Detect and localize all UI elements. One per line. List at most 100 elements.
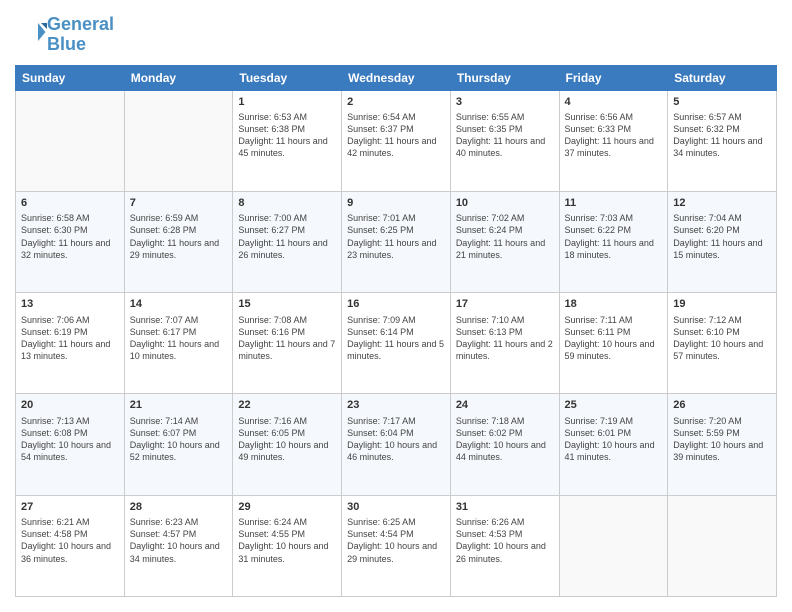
- day-number: 5: [673, 95, 771, 110]
- day-number: 8: [238, 196, 336, 211]
- calendar-day-cell: 5Sunrise: 6:57 AM Sunset: 6:32 PM Daylig…: [668, 90, 777, 191]
- calendar-day-cell: 10Sunrise: 7:02 AM Sunset: 6:24 PM Dayli…: [450, 191, 559, 292]
- day-info: Sunrise: 6:56 AM Sunset: 6:33 PM Dayligh…: [565, 111, 663, 160]
- day-info: Sunrise: 7:17 AM Sunset: 6:04 PM Dayligh…: [347, 415, 445, 464]
- day-info: Sunrise: 6:26 AM Sunset: 4:53 PM Dayligh…: [456, 516, 554, 565]
- day-number: 24: [456, 398, 554, 413]
- day-of-week-header: Friday: [559, 65, 668, 90]
- calendar-day-cell: [16, 90, 125, 191]
- calendar-day-cell: 22Sunrise: 7:16 AM Sunset: 6:05 PM Dayli…: [233, 394, 342, 495]
- calendar-week-row: 1Sunrise: 6:53 AM Sunset: 6:38 PM Daylig…: [16, 90, 777, 191]
- calendar-week-row: 27Sunrise: 6:21 AM Sunset: 4:58 PM Dayli…: [16, 495, 777, 596]
- day-number: 31: [456, 500, 554, 515]
- calendar-day-cell: 31Sunrise: 6:26 AM Sunset: 4:53 PM Dayli…: [450, 495, 559, 596]
- calendar-day-cell: 20 Sunrise: 7:13 AM Sunset: 6:08 PM Dayli…: [16, 394, 125, 495]
- day-info: Sunrise: 7:12 AM Sunset: 6:10 PM Dayligh…: [673, 314, 771, 363]
- day-info: Sunrise: 7:20 AM Sunset: 5:59 PM Dayligh…: [673, 415, 771, 464]
- day-number: 7: [130, 196, 228, 211]
- day-number: 18: [565, 297, 663, 312]
- calendar-day-cell: 30Sunrise: 6:25 AM Sunset: 4:54 PM Dayli…: [342, 495, 451, 596]
- day-info: Sunrise: 7:03 AM Sunset: 6:22 PM Dayligh…: [565, 212, 663, 261]
- calendar-day-cell: 1Sunrise: 6:53 AM Sunset: 6:38 PM Daylig…: [233, 90, 342, 191]
- day-number: 14: [130, 297, 228, 312]
- calendar-day-cell: [668, 495, 777, 596]
- day-number: 17: [456, 297, 554, 312]
- calendar-header-row: SundayMondayTuesdayWednesdayThursdayFrid…: [16, 65, 777, 90]
- day-info: Sunrise: 7:04 AM Sunset: 6:20 PM Dayligh…: [673, 212, 771, 261]
- day-info: Sunrise: 6:23 AM Sunset: 4:57 PM Dayligh…: [130, 516, 228, 565]
- calendar-day-cell: 25 Sunrise: 7:19 AM Sunset: 6:01 PM Dayli…: [559, 394, 668, 495]
- calendar-week-row: 13 Sunrise: 7:06 AM Sunset: 6:19 PM Dayli…: [16, 293, 777, 394]
- calendar-day-cell: 18 Sunrise: 7:11 AM Sunset: 6:11 PM Dayli…: [559, 293, 668, 394]
- day-info: Sunrise: 7:18 AM Sunset: 6:02 PM Dayligh…: [456, 415, 554, 464]
- page: General Blue SundayMondayTuesdayWednesda…: [0, 0, 792, 612]
- calendar-day-cell: 2Sunrise: 6:54 AM Sunset: 6:37 PM Daylig…: [342, 90, 451, 191]
- day-info: Sunrise: 7:02 AM Sunset: 6:24 PM Dayligh…: [456, 212, 554, 261]
- day-info: Sunrise: 6:58 AM Sunset: 6:30 PM Dayligh…: [21, 212, 119, 261]
- calendar-day-cell: 29Sunrise: 6:24 AM Sunset: 4:55 PM Dayli…: [233, 495, 342, 596]
- day-info: Sunrise: 6:21 AM Sunset: 4:58 PM Dayligh…: [21, 516, 119, 565]
- day-number: 2: [347, 95, 445, 110]
- day-number: 3: [456, 95, 554, 110]
- day-number: 16: [347, 297, 445, 312]
- day-of-week-header: Monday: [124, 65, 233, 90]
- day-info: Sunrise: 7:07 AM Sunset: 6:17 PM Dayligh…: [130, 314, 228, 363]
- day-info: Sunrise: 6:55 AM Sunset: 6:35 PM Dayligh…: [456, 111, 554, 160]
- day-number: 20: [21, 398, 119, 413]
- day-number: 25: [565, 398, 663, 413]
- day-info: Sunrise: 7:06 AM Sunset: 6:19 PM Dayligh…: [21, 314, 119, 363]
- day-info: Sunrise: 7:14 AM Sunset: 6:07 PM Dayligh…: [130, 415, 228, 464]
- calendar-table: SundayMondayTuesdayWednesdayThursdayFrid…: [15, 65, 777, 597]
- day-number: 15: [238, 297, 336, 312]
- logo-text: General Blue: [47, 15, 114, 55]
- day-number: 12: [673, 196, 771, 211]
- day-of-week-header: Tuesday: [233, 65, 342, 90]
- day-info: Sunrise: 6:25 AM Sunset: 4:54 PM Dayligh…: [347, 516, 445, 565]
- day-info: Sunrise: 6:57 AM Sunset: 6:32 PM Dayligh…: [673, 111, 771, 160]
- header: General Blue: [15, 15, 777, 55]
- calendar-day-cell: [124, 90, 233, 191]
- day-info: Sunrise: 6:24 AM Sunset: 4:55 PM Dayligh…: [238, 516, 336, 565]
- logo: General Blue: [15, 15, 114, 55]
- calendar-day-cell: 4Sunrise: 6:56 AM Sunset: 6:33 PM Daylig…: [559, 90, 668, 191]
- calendar-day-cell: [559, 495, 668, 596]
- day-of-week-header: Sunday: [16, 65, 125, 90]
- day-number: 13: [21, 297, 119, 312]
- day-info: Sunrise: 7:00 AM Sunset: 6:27 PM Dayligh…: [238, 212, 336, 261]
- calendar-day-cell: 27Sunrise: 6:21 AM Sunset: 4:58 PM Dayli…: [16, 495, 125, 596]
- calendar-day-cell: 26 Sunrise: 7:20 AM Sunset: 5:59 PM Dayli…: [668, 394, 777, 495]
- day-number: 29: [238, 500, 336, 515]
- day-info: Sunrise: 7:09 AM Sunset: 6:14 PM Dayligh…: [347, 314, 445, 363]
- day-info: Sunrise: 7:10 AM Sunset: 6:13 PM Dayligh…: [456, 314, 554, 363]
- calendar-day-cell: 13 Sunrise: 7:06 AM Sunset: 6:19 PM Dayli…: [16, 293, 125, 394]
- calendar-day-cell: 19 Sunrise: 7:12 AM Sunset: 6:10 PM Dayli…: [668, 293, 777, 394]
- calendar-day-cell: 8Sunrise: 7:00 AM Sunset: 6:27 PM Daylig…: [233, 191, 342, 292]
- calendar-day-cell: 23 Sunrise: 7:17 AM Sunset: 6:04 PM Dayli…: [342, 394, 451, 495]
- day-info: Sunrise: 6:59 AM Sunset: 6:28 PM Dayligh…: [130, 212, 228, 261]
- day-number: 1: [238, 95, 336, 110]
- day-info: Sunrise: 7:13 AM Sunset: 6:08 PM Dayligh…: [21, 415, 119, 464]
- calendar-day-cell: 6Sunrise: 6:58 AM Sunset: 6:30 PM Daylig…: [16, 191, 125, 292]
- logo-icon: [17, 17, 47, 47]
- day-number: 19: [673, 297, 771, 312]
- calendar-day-cell: 7Sunrise: 6:59 AM Sunset: 6:28 PM Daylig…: [124, 191, 233, 292]
- calendar-day-cell: 28Sunrise: 6:23 AM Sunset: 4:57 PM Dayli…: [124, 495, 233, 596]
- day-info: Sunrise: 7:01 AM Sunset: 6:25 PM Dayligh…: [347, 212, 445, 261]
- day-info: Sunrise: 6:53 AM Sunset: 6:38 PM Dayligh…: [238, 111, 336, 160]
- calendar-day-cell: 21 Sunrise: 7:14 AM Sunset: 6:07 PM Dayli…: [124, 394, 233, 495]
- day-number: 23: [347, 398, 445, 413]
- calendar-week-row: 20 Sunrise: 7:13 AM Sunset: 6:08 PM Dayli…: [16, 394, 777, 495]
- calendar-day-cell: 12Sunrise: 7:04 AM Sunset: 6:20 PM Dayli…: [668, 191, 777, 292]
- calendar-day-cell: 14 Sunrise: 7:07 AM Sunset: 6:17 PM Dayli…: [124, 293, 233, 394]
- day-number: 26: [673, 398, 771, 413]
- day-info: Sunrise: 7:16 AM Sunset: 6:05 PM Dayligh…: [238, 415, 336, 464]
- day-info: Sunrise: 7:11 AM Sunset: 6:11 PM Dayligh…: [565, 314, 663, 363]
- day-number: 30: [347, 500, 445, 515]
- day-number: 21: [130, 398, 228, 413]
- calendar-week-row: 6Sunrise: 6:58 AM Sunset: 6:30 PM Daylig…: [16, 191, 777, 292]
- day-number: 28: [130, 500, 228, 515]
- day-of-week-header: Wednesday: [342, 65, 451, 90]
- day-info: Sunrise: 7:08 AM Sunset: 6:16 PM Dayligh…: [238, 314, 336, 363]
- calendar-day-cell: 3Sunrise: 6:55 AM Sunset: 6:35 PM Daylig…: [450, 90, 559, 191]
- day-info: Sunrise: 7:19 AM Sunset: 6:01 PM Dayligh…: [565, 415, 663, 464]
